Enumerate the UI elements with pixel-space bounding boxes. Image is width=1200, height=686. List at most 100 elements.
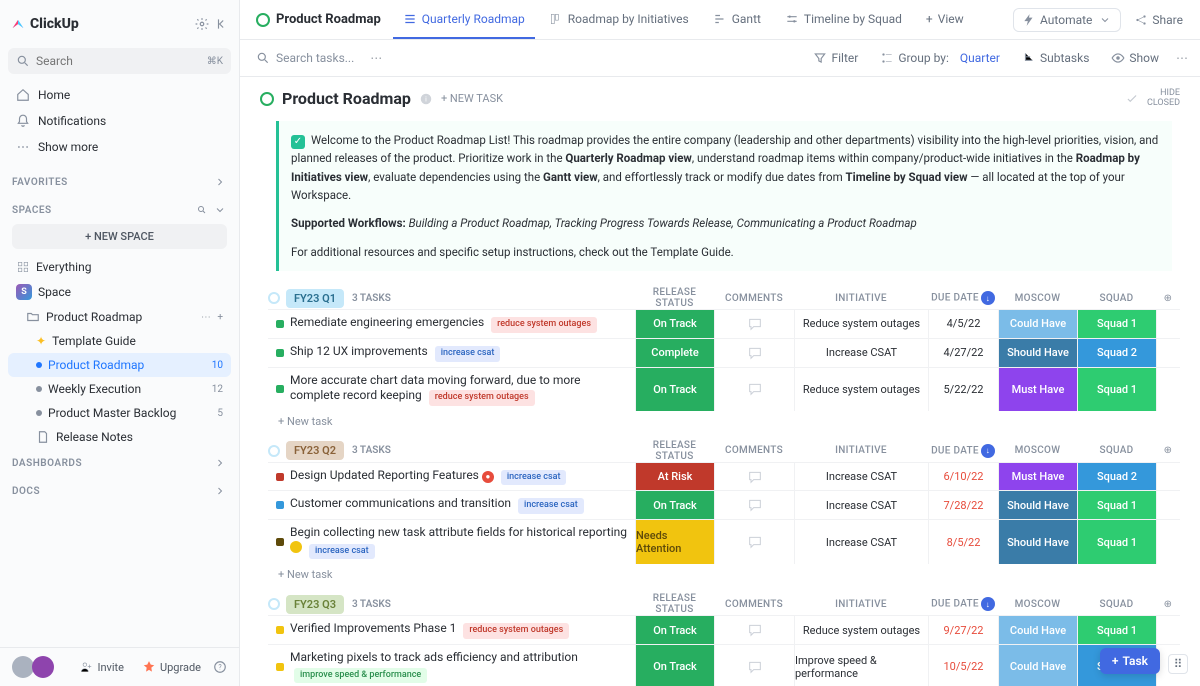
comments-cell[interactable] bbox=[714, 368, 794, 411]
due-date-cell[interactable]: 4/5/22 bbox=[928, 310, 998, 338]
dashboards-header[interactable]: DASHBOARDS bbox=[0, 449, 239, 477]
chevron-down-icon[interactable] bbox=[213, 204, 227, 216]
group-pill[interactable]: FY23 Q3 bbox=[286, 595, 344, 614]
tab-initiatives[interactable]: Roadmap by Initiatives bbox=[539, 0, 699, 39]
new-task-fab[interactable]: +Task bbox=[1100, 648, 1160, 674]
tree-folder-roadmap[interactable]: Product Roadmap⋯ + bbox=[8, 305, 231, 329]
task-row[interactable]: More accurate chart data moving forward,… bbox=[268, 367, 1180, 411]
task-tag[interactable]: reduce system outages bbox=[429, 390, 535, 406]
tree-everything[interactable]: Everything bbox=[8, 255, 231, 279]
comments-cell[interactable] bbox=[714, 310, 794, 338]
moscow-cell[interactable]: Should Have bbox=[998, 339, 1077, 367]
comments-cell[interactable] bbox=[714, 645, 794, 686]
share-button[interactable]: Share bbox=[1125, 8, 1192, 32]
task-name-cell[interactable]: Begin collecting new task attribute fiel… bbox=[268, 520, 635, 564]
docs-header[interactable]: DOCS bbox=[0, 477, 239, 505]
filter-button[interactable]: Filter bbox=[804, 46, 867, 70]
task-tag[interactable]: increase csat bbox=[518, 498, 584, 514]
due-date-cell[interactable]: 5/22/22 bbox=[928, 368, 998, 411]
new-space-button[interactable]: + NEW SPACE bbox=[12, 224, 227, 249]
task-status-square[interactable] bbox=[276, 349, 284, 357]
tree-item-product-roadmap[interactable]: Product Roadmap10 bbox=[8, 353, 231, 377]
tree-item-weekly-exec[interactable]: Weekly Execution12 bbox=[8, 377, 231, 401]
comments-cell[interactable] bbox=[714, 520, 794, 564]
squad-cell[interactable]: Squad 1 bbox=[1077, 491, 1156, 519]
due-date-cell[interactable]: 9/27/22 bbox=[928, 616, 998, 644]
user-avatar[interactable] bbox=[12, 656, 34, 678]
settings-icon[interactable] bbox=[195, 17, 209, 31]
task-tag[interactable]: reduce system outages bbox=[463, 623, 569, 639]
new-task-link[interactable]: + New task bbox=[268, 411, 1180, 432]
initiative-cell[interactable]: Increase CSAT bbox=[794, 520, 928, 564]
tab-quarterly[interactable]: Quarterly Roadmap bbox=[393, 0, 535, 39]
spaces-header[interactable]: SPACES bbox=[0, 196, 239, 224]
due-date-cell[interactable]: 6/10/22 bbox=[928, 463, 998, 491]
invite-button[interactable]: Invite bbox=[73, 656, 130, 678]
task-status-square[interactable] bbox=[276, 663, 284, 671]
folder-add-icon[interactable]: + bbox=[217, 312, 223, 323]
task-status-square[interactable] bbox=[276, 501, 284, 509]
release-status-cell[interactable]: Complete bbox=[635, 339, 714, 367]
sidebar-search-input[interactable] bbox=[36, 54, 201, 68]
due-date-cell[interactable]: 8/5/22 bbox=[928, 520, 998, 564]
automate-button[interactable]: Automate bbox=[1013, 8, 1121, 32]
initiative-cell[interactable]: Reduce system outages bbox=[794, 310, 928, 338]
sort-badge-icon[interactable]: ↓ bbox=[981, 444, 995, 458]
squad-cell[interactable]: Squad 1 bbox=[1077, 616, 1156, 644]
comments-cell[interactable] bbox=[714, 616, 794, 644]
release-status-cell[interactable]: Needs Attention bbox=[635, 520, 714, 564]
sort-badge-icon[interactable]: ↓ bbox=[981, 291, 995, 305]
moscow-cell[interactable]: Could Have bbox=[998, 645, 1077, 686]
moscow-cell[interactable]: Should Have bbox=[998, 520, 1077, 564]
groupby-button[interactable]: Group by: Quarter bbox=[871, 46, 1009, 70]
task-status-square[interactable] bbox=[276, 385, 284, 393]
moscow-cell[interactable]: Must Have bbox=[998, 368, 1077, 411]
task-status-square[interactable] bbox=[276, 538, 284, 546]
task-status-square[interactable] bbox=[276, 626, 284, 634]
task-row[interactable]: Customer communications and transition i… bbox=[268, 490, 1180, 519]
due-date-cell[interactable]: 10/5/22 bbox=[928, 645, 998, 686]
task-row[interactable]: Begin collecting new task attribute fiel… bbox=[268, 519, 1180, 564]
breadcrumb[interactable]: Product Roadmap bbox=[248, 12, 389, 27]
comments-cell[interactable] bbox=[714, 463, 794, 491]
task-name-cell[interactable]: Remediate engineering emergencies reduce… bbox=[268, 310, 635, 338]
check-icon[interactable] bbox=[1125, 92, 1139, 106]
collapse-sidebar-icon[interactable] bbox=[215, 17, 229, 31]
new-task-link[interactable]: + New task bbox=[268, 564, 1180, 585]
squad-cell[interactable]: Squad 1 bbox=[1077, 520, 1156, 564]
initiative-cell[interactable]: Improve speed & performance bbox=[794, 645, 928, 686]
show-button[interactable]: Show bbox=[1102, 46, 1168, 70]
task-name-cell[interactable]: Design Updated Reporting Features ● incr… bbox=[268, 463, 635, 491]
squad-cell[interactable]: Squad 1 bbox=[1077, 310, 1156, 338]
collapse-group-icon[interactable] bbox=[268, 445, 280, 457]
add-column-icon[interactable]: ⊕ bbox=[1156, 599, 1180, 610]
task-row[interactable]: Ship 12 UX improvements increase csat Co… bbox=[268, 338, 1180, 367]
squad-cell[interactable]: Squad 1 bbox=[1077, 368, 1156, 411]
collapse-group-icon[interactable] bbox=[268, 292, 280, 304]
initiative-cell[interactable]: Increase CSAT bbox=[794, 491, 928, 519]
tab-gantt[interactable]: Gantt bbox=[703, 0, 771, 39]
initiative-cell[interactable]: Increase CSAT bbox=[794, 339, 928, 367]
collapse-group-icon[interactable] bbox=[268, 598, 280, 610]
release-status-cell[interactable]: On Track bbox=[635, 645, 714, 686]
subheader-more-icon[interactable]: ⋯ bbox=[366, 51, 386, 65]
task-tag[interactable]: increase csat bbox=[309, 544, 375, 560]
release-status-cell[interactable]: On Track bbox=[635, 310, 714, 338]
initiative-cell[interactable]: Reduce system outages bbox=[794, 616, 928, 644]
task-row[interactable]: Marketing pixels to track ads efficiency… bbox=[268, 644, 1180, 686]
task-name-cell[interactable]: Ship 12 UX improvements increase csat bbox=[268, 339, 635, 367]
tab-timeline[interactable]: Timeline by Squad bbox=[775, 0, 912, 39]
task-status-square[interactable] bbox=[276, 473, 284, 481]
nav-notifications[interactable]: Notifications bbox=[8, 108, 231, 134]
tree-item-template-guide[interactable]: ✦Template Guide bbox=[8, 329, 231, 353]
comments-cell[interactable] bbox=[714, 491, 794, 519]
task-tag[interactable]: improve speed & performance bbox=[294, 668, 427, 684]
header-new-task[interactable]: + NEW TASK bbox=[441, 92, 503, 105]
hide-closed-toggle[interactable]: HIDECLOSED bbox=[1147, 89, 1180, 109]
info-icon[interactable]: i bbox=[419, 92, 433, 106]
moscow-cell[interactable]: Must Have bbox=[998, 463, 1077, 491]
nav-showmore[interactable]: Show more bbox=[8, 134, 231, 160]
group-pill[interactable]: FY23 Q2 bbox=[286, 441, 344, 460]
tree-item-release-notes[interactable]: Release Notes bbox=[8, 425, 231, 449]
task-row[interactable]: Verified Improvements Phase 1 reduce sys… bbox=[268, 615, 1180, 644]
